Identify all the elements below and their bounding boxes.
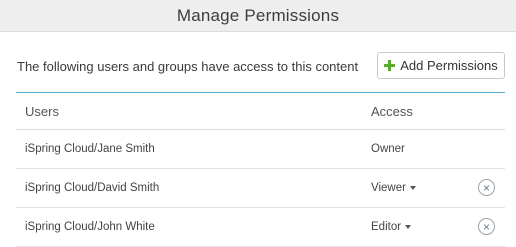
plus-icon [384, 60, 396, 71]
dialog-title: Manage Permissions [176, 5, 340, 25]
remove-user-button[interactable]: × [478, 218, 495, 235]
add-permissions-button[interactable]: Add Permissions [377, 52, 505, 79]
dialog-titlebar: Manage Permissions [0, 0, 516, 32]
access-level: Viewer [371, 182, 406, 194]
intro-text: The following users and groups have acce… [17, 59, 359, 74]
user-name: iSpring Cloud/John White [25, 221, 155, 233]
caret-down-icon [409, 185, 416, 190]
table-header: Users Access [16, 92, 505, 130]
permissions-table: Users Access iSpring Cloud/Jane Smith Ow… [16, 92, 505, 247]
table-row: iSpring Cloud/John White Editor × [16, 208, 505, 247]
access-level: Editor [371, 221, 402, 233]
access-dropdown[interactable]: Editor [371, 221, 412, 233]
users-column-header: Users [25, 104, 59, 119]
close-icon: × [482, 180, 490, 195]
user-name: iSpring Cloud/David Smith [25, 182, 160, 194]
user-name: iSpring Cloud/Jane Smith [25, 143, 155, 155]
access-column-header: Access [371, 104, 413, 119]
close-icon: × [482, 219, 490, 234]
manage-permissions-dialog: Manage Permissions The following users a… [0, 0, 516, 247]
table-row: iSpring Cloud/Jane Smith Owner [16, 130, 505, 169]
caret-down-icon [405, 224, 412, 229]
add-permissions-label: Add Permissions [400, 58, 498, 73]
table-row: iSpring Cloud/David Smith Viewer × [16, 169, 505, 208]
access-level: Owner [371, 143, 405, 155]
remove-user-button[interactable]: × [478, 179, 495, 196]
access-dropdown[interactable]: Viewer [371, 182, 416, 194]
